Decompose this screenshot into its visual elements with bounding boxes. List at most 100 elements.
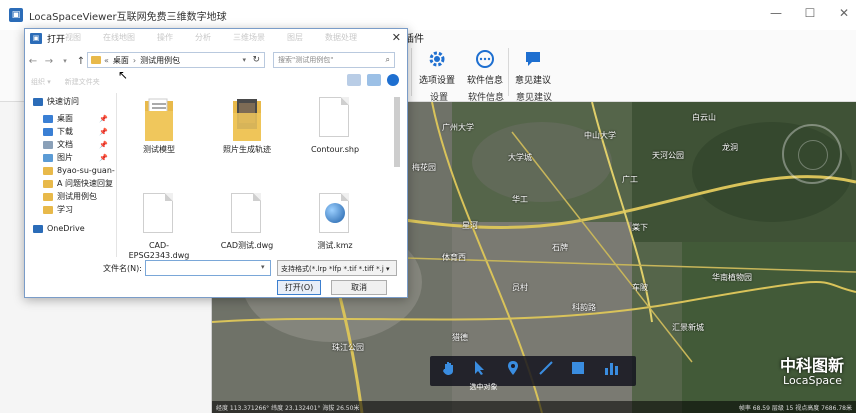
breadcrumb-desktop[interactable]: 桌面 [113,55,129,66]
map-label: 车陂 [632,283,648,292]
folder-icon [91,56,101,64]
file-name: CAD-EPSG2343.dwg [128,241,190,260]
folder-icon [43,114,53,123]
breadcrumb-separator: › [132,55,137,65]
select-tool-button[interactable]: 选中对象 [469,360,497,391]
app-titlebar: ▣ LocaSpaceViewer互联网免费三维数字地球 — ☐ ✕ [0,0,856,30]
file-list-scrollbar[interactable] [393,93,401,253]
refresh-icon[interactable]: ↻ [252,55,260,65]
organize-button[interactable]: 组织 ▾ [31,77,51,87]
nav-item[interactable]: 快速访问 [25,95,116,108]
pin-icon[interactable]: 📌 [99,115,108,123]
open-button[interactable]: 打开(O) [277,280,321,295]
nav-item[interactable]: 桌面 📌 [25,112,116,125]
navigation-compass[interactable] [782,124,842,184]
close-window-button[interactable]: ✕ [838,6,850,20]
nav-item-label: 图片 [57,153,73,162]
ghost-menu-item: 三维场景 [233,33,265,42]
polygon-tool-button[interactable] [570,360,592,382]
map-label: 天河公园 [652,151,684,160]
map-label: 白云山 [692,113,716,122]
nav-item[interactable]: 测试用例包 [25,190,116,203]
chevron-down-icon[interactable]: ▾ [242,56,246,64]
pan-tool-button[interactable] [441,360,463,382]
ribbon-button-info[interactable]: 软件信息 [462,48,508,86]
globe-icon [325,203,345,223]
file-item[interactable]: 测试.kmz [297,193,373,251]
nav-item[interactable]: 文档 📌 [25,138,116,151]
help-icon[interactable] [387,74,399,86]
folder-icon [43,192,53,201]
dialog-navbar: ← → ▾ ↑ « 桌面 › 测试用例包 ▾ ↻ 搜索"测试用例包" ⌕ [25,51,407,71]
search-input[interactable]: 搜索"测试用例包" ⌕ [273,52,395,68]
file-name: CAD测试.dwg [220,241,274,250]
nav-item[interactable]: 图片 📌 [25,151,116,164]
brand-logo-en: LocaSpace [783,374,842,387]
file-item[interactable]: Contour.shp [297,97,373,155]
address-bar[interactable]: « 桌面 › 测试用例包 ▾ ↻ [87,52,265,68]
pin-icon[interactable]: 📌 [99,141,108,149]
folder-icon [43,153,53,162]
map-label: 星河 [462,221,478,230]
nav-item[interactable]: 下载 📌 [25,125,116,138]
forward-arrow-icon[interactable]: → [41,56,57,67]
feedback-icon [522,48,544,70]
map-label: 石牌 [552,243,568,252]
ribbon-button-feedback[interactable]: 意见建议 [510,48,556,86]
file-item[interactable]: 测试模型 [121,97,197,155]
command-bar: 组织 ▾ 新建文件夹 [25,73,407,91]
chevron-down-icon[interactable]: ▾ [261,263,265,271]
map-label: 梅花园 [412,163,436,172]
app-title: LocaSpaceViewer互联网免费三维数字地球 [29,11,227,23]
minimize-button[interactable]: — [770,6,782,20]
search-icon[interactable]: ⌕ [386,55,390,65]
filename-input[interactable] [145,260,271,276]
ghost-menu-item: 分析 [195,33,211,42]
file-name: 照片生成轨迹 [223,145,271,154]
back-arrow-icon[interactable]: ← [25,56,41,67]
file-item[interactable]: 照片生成轨迹 [209,97,285,155]
file-item[interactable]: CAD测试.dwg [209,193,285,251]
preview-pane-icon[interactable] [367,74,381,86]
document-icon [231,193,263,237]
recent-dropdown-icon[interactable]: ▾ [57,57,73,65]
placemark-tool-button[interactable] [506,360,528,382]
file-name: Contour.shp [310,145,360,154]
nav-item-label: 8yao-su-guan- [57,166,115,175]
nav-item[interactable]: OneDrive [25,222,116,235]
dialog-app-icon: ▣ [30,32,42,44]
info-dots-icon [474,48,496,70]
folder-icon [43,127,53,136]
ghost-menu-item: 操作 [157,33,173,42]
nav-item-label: 桌面 [57,114,73,123]
scroll-thumb[interactable] [394,97,400,167]
breadcrumb-current[interactable]: 测试用例包 [140,55,180,66]
address-overflow[interactable]: « [104,56,109,65]
new-folder-button[interactable]: 新建文件夹 [65,77,100,87]
dialog-close-button[interactable]: ✕ [392,31,401,44]
nav-item[interactable]: 学习 [25,203,116,216]
pin-icon[interactable]: 📌 [99,128,108,136]
nav-item[interactable]: 8yao-su-guan- [25,164,116,177]
ribbon-separator [508,48,509,96]
nav-item-label: OneDrive [47,224,85,233]
analysis-tool-button[interactable] [603,360,625,382]
file-item[interactable]: CAD-EPSG2343.dwg [121,193,197,261]
rectangle-icon [572,362,585,374]
view-controls [347,74,399,86]
file-type-filter[interactable]: 支持格式(*.lrp *lfp *.tif *.tiff *.j ▾ [277,260,397,276]
map-label: 珠江公园 [332,343,364,352]
view-mode-icon[interactable] [347,74,361,86]
ribbon-button-options[interactable]: 选项设置 [414,48,460,86]
maximize-button[interactable]: ☐ [804,6,816,20]
dialog-title: 打开 [47,34,66,45]
cancel-button[interactable]: 取消 [331,280,387,295]
file-name: 测试模型 [143,145,175,154]
map-label: 大学城 [508,153,532,162]
line-tool-button[interactable] [538,360,560,382]
hand-icon [443,362,454,375]
pin-icon[interactable]: 📌 [99,154,108,162]
map-label: 科韵路 [572,303,596,312]
nav-item[interactable]: A 问题快速回复 [25,177,116,190]
nav-item-label: 学习 [57,205,73,214]
